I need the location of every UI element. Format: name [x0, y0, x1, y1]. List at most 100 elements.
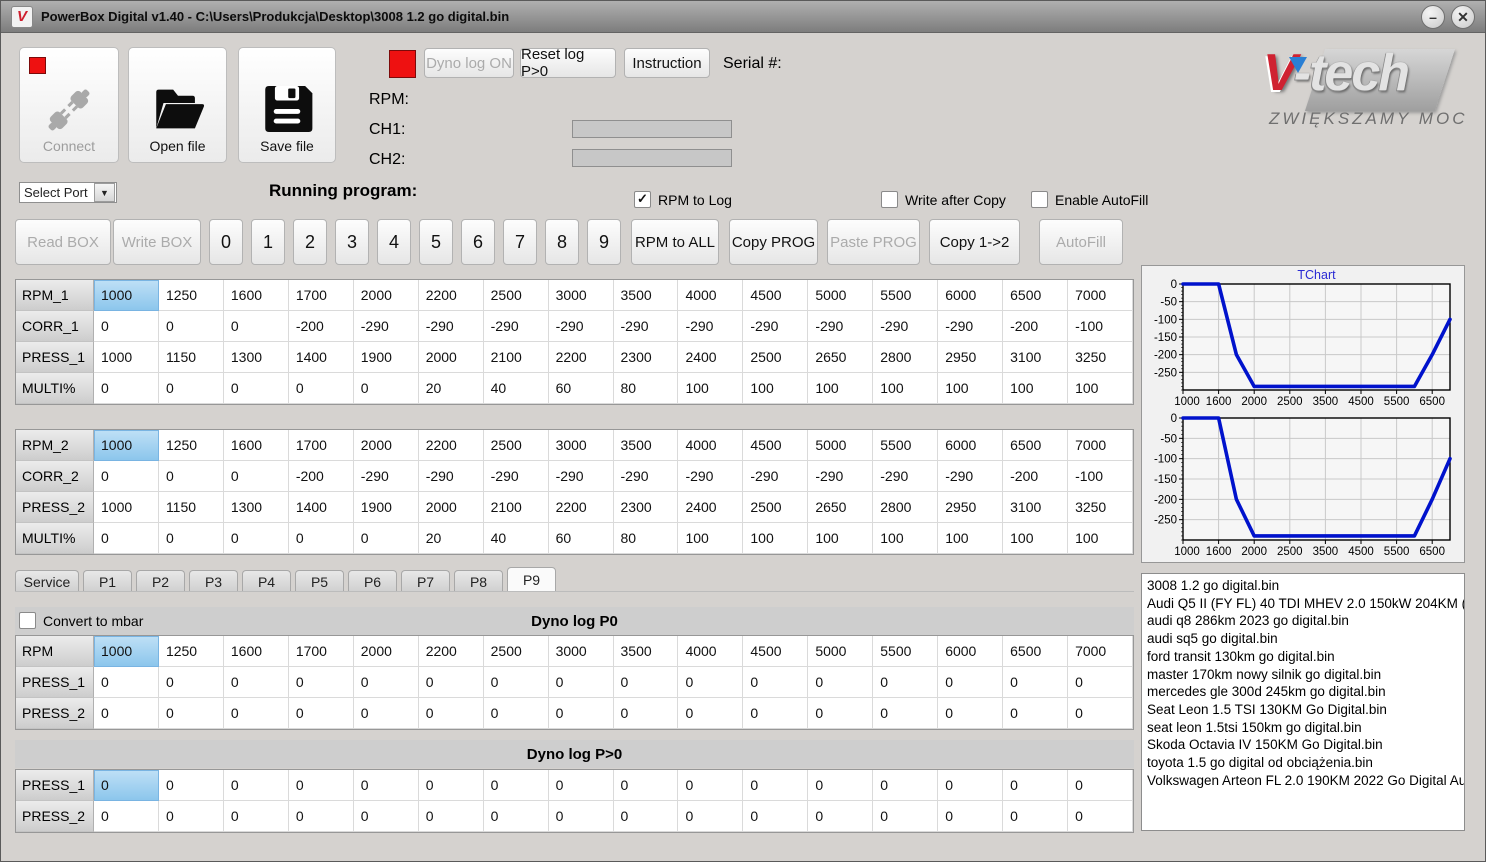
cell-PRESS_1-12[interactable]: 0 [873, 770, 939, 801]
connect-button[interactable]: Connect [19, 47, 119, 163]
cell-MULTI%-3[interactable]: 0 [288, 373, 354, 404]
cell-PRESS_2-6[interactable]: 0 [483, 801, 549, 832]
cell-PRESS_2-7[interactable]: 0 [548, 801, 614, 832]
cell-MULTI%-15[interactable]: 100 [1068, 523, 1133, 554]
rpm-to-log-checkbox-box[interactable]: ✓ [634, 191, 651, 208]
cell-PRESS_1-2[interactable]: 1300 [223, 342, 289, 373]
cell-PRESS_1-9[interactable]: 2400 [678, 342, 744, 373]
cell-PRESS_1-8[interactable]: 0 [613, 770, 679, 801]
cell-RPM_2-13[interactable]: 6000 [938, 430, 1004, 461]
cell-PRESS_2-13[interactable]: 0 [938, 698, 1004, 729]
cell-RPM-11[interactable]: 5000 [808, 636, 874, 667]
cell-MULTI%-13[interactable]: 100 [938, 523, 1004, 554]
file-list-item[interactable]: master 170km nowy silnik go digital.bin [1147, 666, 1464, 684]
cell-RPM_2-1[interactable]: 1250 [158, 430, 224, 461]
cell-PRESS_2-6[interactable]: 0 [483, 698, 549, 729]
close-button[interactable]: ✕ [1451, 4, 1475, 29]
cell-PRESS_1-1[interactable]: 0 [158, 770, 224, 801]
cell-CORR_1-2[interactable]: 0 [223, 311, 289, 342]
file-list-item[interactable]: 3008 1.2 go digital.bin [1147, 577, 1464, 595]
tab-p5[interactable]: P5 [295, 570, 344, 592]
cell-PRESS_1-12[interactable]: 2800 [873, 342, 939, 373]
cell-PRESS_1-4[interactable]: 1900 [353, 342, 419, 373]
file-list-item[interactable]: Audi Q5 II (FY FL) 40 TDI MHEV 2.0 150kW… [1147, 595, 1464, 613]
convert-to-mbar-checkbox[interactable]: Convert to mbar [19, 612, 143, 629]
digit-4-button[interactable]: 4 [377, 219, 411, 265]
cell-PRESS_1-15[interactable]: 3250 [1068, 342, 1133, 373]
tab-p4[interactable]: P4 [242, 570, 291, 592]
cell-PRESS_2-4[interactable]: 0 [353, 801, 419, 832]
file-list-item[interactable]: ford transit 130km go digital.bin [1147, 648, 1464, 666]
digit-6-button[interactable]: 6 [461, 219, 495, 265]
cell-PRESS_1-3[interactable]: 0 [288, 770, 354, 801]
enable-autofill-checkbox-box[interactable] [1031, 191, 1048, 208]
cell-RPM_1-10[interactable]: 4500 [743, 280, 809, 311]
cell-MULTI%-1[interactable]: 0 [158, 373, 224, 404]
cell-CORR_2-10[interactable]: -290 [743, 461, 809, 492]
autofill-button[interactable]: AutoFill [1039, 219, 1123, 265]
cell-PRESS_2-11[interactable]: 0 [808, 801, 874, 832]
select-port-dropdown[interactable]: Select Port ▼ [19, 182, 117, 203]
cell-PRESS_2-11[interactable]: 2650 [808, 492, 874, 523]
cell-PRESS_1-13[interactable]: 0 [938, 770, 1004, 801]
cell-PRESS_2-0[interactable]: 0 [94, 801, 159, 832]
cell-CORR_1-4[interactable]: -290 [353, 311, 419, 342]
cell-MULTI%-8[interactable]: 80 [613, 373, 679, 404]
digit-1-button[interactable]: 1 [251, 219, 285, 265]
cell-RPM_1-2[interactable]: 1600 [223, 280, 289, 311]
cell-PRESS_2-9[interactable]: 2400 [678, 492, 744, 523]
cell-PRESS_1-15[interactable]: 0 [1068, 770, 1133, 801]
cell-CORR_2-5[interactable]: -290 [418, 461, 484, 492]
cell-RPM-14[interactable]: 6500 [1003, 636, 1069, 667]
cell-RPM_1-15[interactable]: 7000 [1068, 280, 1133, 311]
file-list-item[interactable]: Seat Leon 1.5 TSI 130KM Go Digital.bin [1147, 701, 1464, 719]
file-list-item[interactable]: seat leon 1.5tsi 150km go digital.bin [1147, 719, 1464, 737]
cell-RPM-1[interactable]: 1250 [158, 636, 224, 667]
cell-PRESS_1-10[interactable]: 0 [743, 770, 809, 801]
cell-MULTI%-10[interactable]: 100 [743, 373, 809, 404]
cell-PRESS_1-0[interactable]: 0 [94, 667, 159, 698]
cell-RPM_2-7[interactable]: 3000 [548, 430, 614, 461]
cell-PRESS_1-5[interactable]: 0 [418, 770, 484, 801]
cell-RPM_2-2[interactable]: 1600 [223, 430, 289, 461]
cell-PRESS_1-7[interactable]: 2200 [548, 342, 614, 373]
cell-MULTI%-9[interactable]: 100 [678, 373, 744, 404]
cell-PRESS_1-12[interactable]: 0 [873, 667, 939, 698]
cell-PRESS_2-2[interactable]: 0 [223, 698, 289, 729]
cell-PRESS_2-10[interactable]: 0 [743, 698, 809, 729]
cell-RPM_1-3[interactable]: 1700 [288, 280, 354, 311]
cell-PRESS_2-3[interactable]: 1400 [288, 492, 354, 523]
cell-MULTI%-12[interactable]: 100 [873, 523, 939, 554]
cell-CORR_2-11[interactable]: -290 [808, 461, 874, 492]
cell-PRESS_2-4[interactable]: 1900 [353, 492, 419, 523]
cell-RPM-10[interactable]: 4500 [743, 636, 809, 667]
cell-RPM-5[interactable]: 2200 [418, 636, 484, 667]
cell-MULTI%-1[interactable]: 0 [158, 523, 224, 554]
digit-9-button[interactable]: 9 [587, 219, 621, 265]
cell-PRESS_2-8[interactable]: 0 [613, 801, 679, 832]
cell-CORR_2-7[interactable]: -290 [548, 461, 614, 492]
cell-MULTI%-3[interactable]: 0 [288, 523, 354, 554]
cell-PRESS_2-3[interactable]: 0 [288, 801, 354, 832]
cell-RPM-3[interactable]: 1700 [288, 636, 354, 667]
instruction-button[interactable]: Instruction [624, 48, 710, 78]
cell-CORR_1-1[interactable]: 0 [158, 311, 224, 342]
cell-RPM_1-8[interactable]: 3500 [613, 280, 679, 311]
cell-RPM_2-3[interactable]: 1700 [288, 430, 354, 461]
cell-PRESS_2-12[interactable]: 2800 [873, 492, 939, 523]
cell-RPM-2[interactable]: 1600 [223, 636, 289, 667]
cell-PRESS_1-2[interactable]: 0 [223, 667, 289, 698]
cell-RPM_2-8[interactable]: 3500 [613, 430, 679, 461]
file-list-item[interactable]: mercedes gle 300d 245km go digital.bin [1147, 683, 1464, 701]
cell-PRESS_1-1[interactable]: 1150 [158, 342, 224, 373]
cell-RPM_1-5[interactable]: 2200 [418, 280, 484, 311]
cell-CORR_1-13[interactable]: -290 [938, 311, 1004, 342]
cell-PRESS_2-2[interactable]: 1300 [223, 492, 289, 523]
cell-MULTI%-15[interactable]: 100 [1068, 373, 1133, 404]
cell-MULTI%-2[interactable]: 0 [223, 523, 289, 554]
cell-CORR_1-8[interactable]: -290 [613, 311, 679, 342]
cell-PRESS_1-4[interactable]: 0 [353, 770, 419, 801]
cell-PRESS_2-3[interactable]: 0 [288, 698, 354, 729]
cell-RPM_1-6[interactable]: 2500 [483, 280, 549, 311]
cell-PRESS_1-8[interactable]: 0 [613, 667, 679, 698]
